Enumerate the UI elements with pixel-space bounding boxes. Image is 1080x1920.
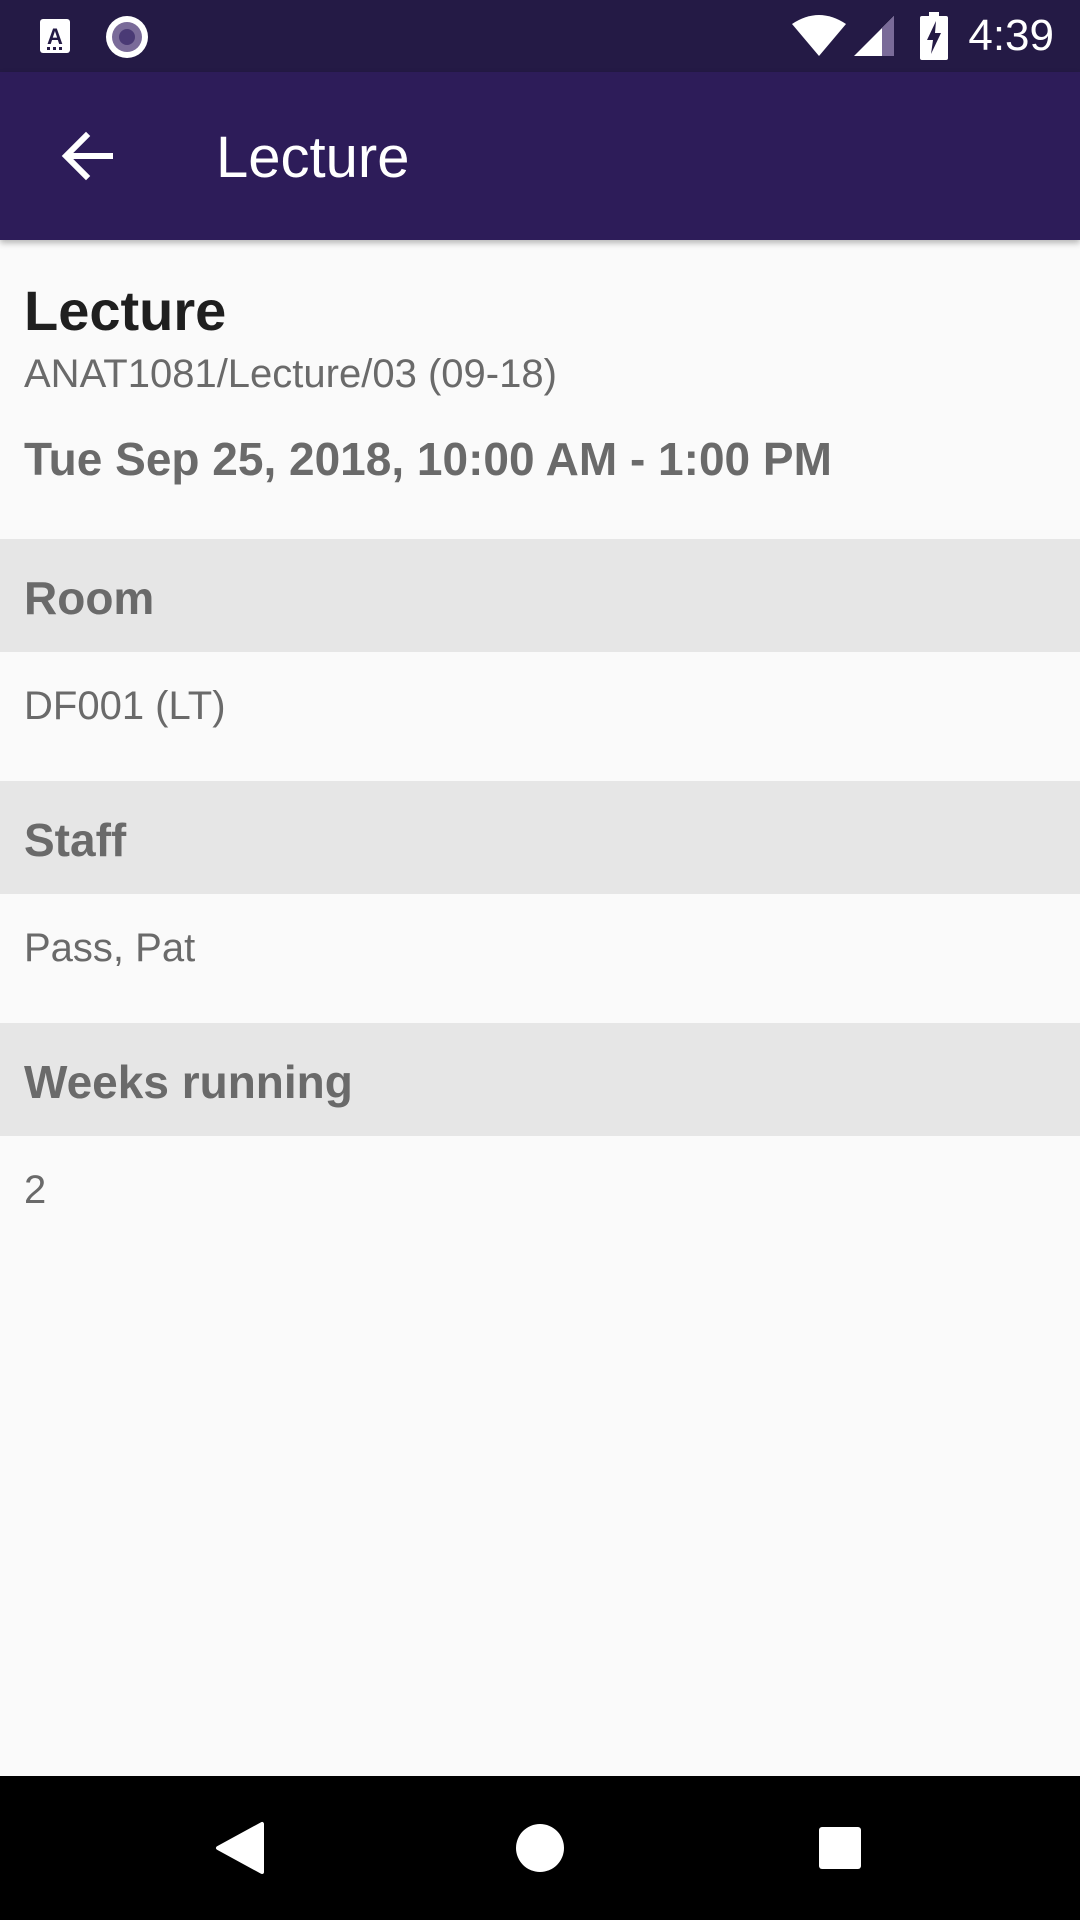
nav-back-icon xyxy=(216,1822,264,1874)
app-bar-title: Lecture xyxy=(216,125,410,190)
section-heading: Room xyxy=(24,572,155,624)
staff-value: Pass, Pat xyxy=(24,926,196,970)
circle-notification-icon xyxy=(106,16,148,58)
cell-signal-icon xyxy=(854,16,895,56)
nav-home-button[interactable] xyxy=(490,1798,590,1898)
wifi-icon xyxy=(792,15,847,56)
text-a-notification-icon: A xyxy=(40,19,70,53)
section-header-room: Room xyxy=(0,539,1080,652)
svg-text:A: A xyxy=(47,24,63,49)
section-header-staff: Staff xyxy=(0,781,1080,894)
arrow-back-icon xyxy=(61,131,113,181)
section-header-weeks-running: Weeks running xyxy=(0,1023,1080,1136)
event-code: ANAT1081/Lecture/03 (09-18) xyxy=(24,352,557,396)
nav-recents-button[interactable] xyxy=(790,1798,890,1898)
event-header: Lecture ANAT1081/Lecture/03 (09-18) Tue … xyxy=(0,240,1080,539)
nav-recents-icon xyxy=(819,1827,861,1869)
system-nav-bar xyxy=(0,1776,1080,1920)
nav-back-button[interactable] xyxy=(190,1798,290,1898)
event-datetime: Tue Sep 25, 2018, 10:00 AM - 1:00 PM xyxy=(24,433,832,485)
room-value: DF001 (LT) xyxy=(24,684,226,728)
section-heading: Staff xyxy=(24,814,127,866)
battery-charging-icon xyxy=(920,12,949,60)
nav-home-icon xyxy=(516,1824,564,1872)
clock-time: 4:39 xyxy=(968,11,1054,60)
app-bar: Lecture xyxy=(0,72,1080,240)
back-button[interactable] xyxy=(48,116,128,196)
event-title: Lecture xyxy=(24,279,227,342)
section-heading: Weeks running xyxy=(24,1056,353,1108)
status-bar: A 4:39 xyxy=(0,0,1080,72)
weeks-running-value: 2 xyxy=(24,1168,47,1212)
